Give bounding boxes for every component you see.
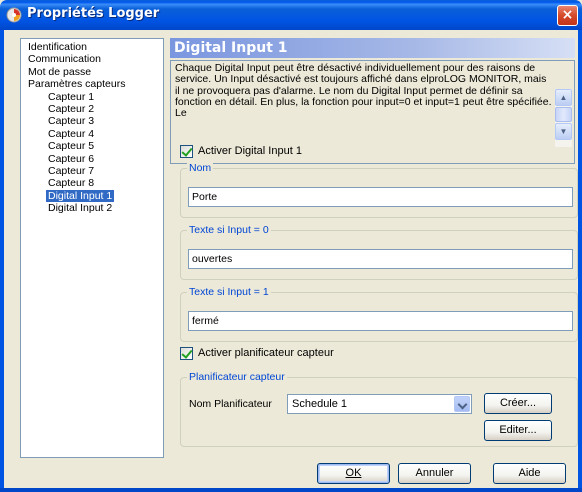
tree-item-sensor-3[interactable]: Capteur 3 [26,115,163,127]
tree-item-password[interactable]: Mot de passe [26,66,163,78]
panel-header: Digital Input 1 [170,38,575,58]
chevron-down-icon[interactable] [454,396,470,412]
activate-scheduler-checkbox[interactable] [180,346,193,360]
input0-text-input[interactable]: ouvertes [188,249,573,269]
scheduler-select-value: Schedule 1 [292,398,348,410]
activate-scheduler-label: Activer planificateur capteur [198,347,334,359]
tree-item-sensor-5[interactable]: Capteur 5 [26,140,163,152]
input1-text-input[interactable]: fermé [188,311,573,331]
scroll-down-icon[interactable]: ▼ [555,123,572,140]
activate-input-checkbox[interactable] [180,144,193,158]
scheduler-name-label: Nom Planificateur [189,398,272,410]
activate-input-label: Activer Digital Input 1 [198,145,302,157]
input1-text-legend: Texte si Input = 1 [187,286,271,298]
logger-app-icon [6,7,22,23]
activate-input-checkbox-row[interactable]: Activer Digital Input 1 [180,144,302,158]
title-bar: Propriétés Logger × [0,0,582,30]
input0-text-group: Texte si Input = 0 ouvertes [180,224,578,280]
settings-panel: Digital Input 1 Chaque Digital Input peu… [170,38,578,458]
activate-scheduler-checkbox-row[interactable]: Activer planificateur capteur [180,346,334,360]
scheduler-select[interactable]: Schedule 1 [287,394,472,414]
close-icon: × [561,7,574,23]
scheduler-group: Planificateur capteur Nom Planificateur … [180,371,578,447]
input1-text-group: Texte si Input = 1 fermé [180,286,578,342]
tree-item-sensor-8[interactable]: Capteur 8 [26,177,163,189]
tree-item-sensor-4[interactable]: Capteur 4 [26,128,163,140]
scheduler-group-legend: Planificateur capteur [187,371,287,383]
edit-scheduler-button[interactable]: Editer... [484,420,552,441]
tree-item-sensor-7[interactable]: Capteur 7 [26,165,163,177]
window-title: Propriétés Logger [27,6,160,21]
ok-button-label: OK [345,467,362,479]
name-group-legend: Nom [187,162,214,174]
name-group: Nom Porte [180,162,578,218]
tree-item-sensor-1[interactable]: Capteur 1 [26,91,163,103]
tree-item-digital-input-2[interactable]: Digital Input 2 [26,202,163,214]
tree-item-sensor-2[interactable]: Capteur 2 [26,103,163,115]
description-scrollbar[interactable]: ▲ ▼ [555,89,572,147]
cancel-button[interactable]: Annuler [398,463,471,484]
input0-text-legend: Texte si Input = 0 [187,224,271,236]
tree-item-communication[interactable]: Communication [26,53,163,65]
tree-item-identification[interactable]: Identification [26,41,163,53]
description-text: Chaque Digital Input peut être désactivé… [175,63,552,119]
close-button[interactable]: × [557,5,578,26]
window-frame-left [0,30,4,492]
create-scheduler-button[interactable]: Créer... [484,393,552,414]
window-frame-right [578,30,582,492]
scroll-thumb[interactable] [555,107,572,122]
tree-item-sensor-6[interactable]: Capteur 6 [26,153,163,165]
name-input[interactable]: Porte [188,187,573,207]
tree-item-sensor-settings[interactable]: Paramètres capteurs [26,78,163,90]
tree-item-digital-input-1[interactable]: Digital Input 1 [26,189,163,202]
help-button[interactable]: Aide [493,463,566,484]
ok-button[interactable]: OK [317,463,390,484]
navigation-tree[interactable]: Identification Communication Mot de pass… [20,38,164,458]
window-frame-bottom [0,488,582,492]
scroll-up-icon[interactable]: ▲ [555,89,572,106]
